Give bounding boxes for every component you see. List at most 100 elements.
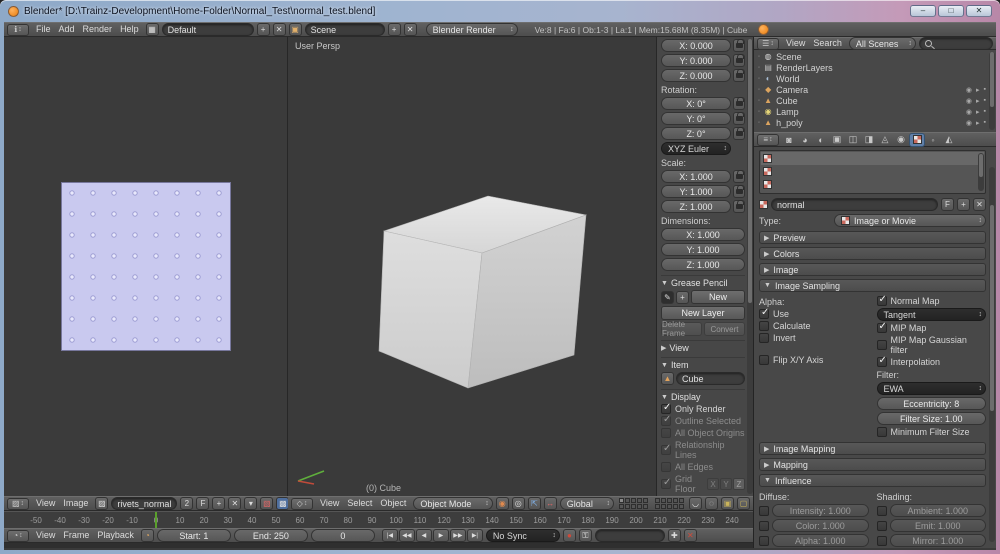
new-texture-button[interactable]: + bbox=[957, 198, 970, 211]
keying-set-icon[interactable]: ⚿ bbox=[579, 529, 592, 542]
menu-item[interactable]: View bbox=[32, 498, 59, 508]
outliner-scrollbar[interactable] bbox=[989, 52, 995, 130]
screen-layout-icon[interactable]: ▦ bbox=[146, 23, 159, 36]
min-filter-checkbox[interactable] bbox=[877, 427, 887, 437]
new-layer-button[interactable]: New Layer bbox=[661, 306, 745, 320]
lock-icon[interactable] bbox=[733, 127, 745, 140]
collapsed-panel-header[interactable]: ▶Preview bbox=[759, 231, 986, 244]
rotation-field[interactable]: Y: 0° bbox=[661, 112, 731, 125]
grid-axis-toggle[interactable]: Z bbox=[733, 478, 745, 490]
fake-user-button[interactable]: F bbox=[196, 497, 209, 510]
influence-checkbox[interactable] bbox=[877, 536, 887, 546]
menu-item[interactable]: Render bbox=[79, 24, 117, 34]
rotation-field[interactable]: X: 0° bbox=[661, 97, 731, 110]
outliner-search-input[interactable] bbox=[919, 37, 993, 50]
menu-item[interactable]: File bbox=[32, 24, 55, 34]
outliner-row[interactable]: ◦ ◆ Camera ◉▸▪ bbox=[758, 84, 986, 95]
expand-icon[interactable]: ◦ bbox=[758, 65, 760, 71]
location-field[interactable]: X: 0.000 bbox=[661, 39, 731, 52]
influence-slider[interactable]: Intensity: 1.000 bbox=[772, 504, 869, 517]
display-checkbox[interactable] bbox=[661, 404, 671, 414]
influence-slider[interactable]: Color: 1.000 bbox=[772, 519, 869, 532]
menu-item[interactable]: Image bbox=[59, 498, 92, 508]
snap-mode-icon[interactable]: ◌ bbox=[705, 497, 718, 510]
outliner-row[interactable]: ◦ ▤ RenderLayers ◉▸▪ bbox=[758, 62, 986, 73]
influence-checkbox[interactable] bbox=[759, 536, 769, 546]
properties-tab[interactable]: ◦ bbox=[926, 134, 940, 146]
lock-icon[interactable] bbox=[733, 69, 745, 82]
delete-keyframe-icon[interactable]: ✕ bbox=[684, 529, 697, 542]
keying-set-field[interactable] bbox=[595, 529, 665, 542]
menu-item[interactable]: Playback bbox=[93, 530, 138, 540]
interpolation-checkbox[interactable] bbox=[877, 357, 887, 367]
uv-edit-icon[interactable]: ▧ bbox=[260, 497, 273, 510]
properties-tab[interactable]: ▣ bbox=[830, 134, 844, 146]
expand-icon[interactable]: ◦ bbox=[758, 76, 760, 82]
scene-field[interactable]: Scene bbox=[305, 23, 385, 36]
close-button[interactable]: ✕ bbox=[966, 5, 992, 17]
new-image-button[interactable]: + bbox=[212, 497, 225, 510]
display-checkbox[interactable] bbox=[661, 445, 671, 455]
timeline-ruler[interactable]: -50-40-30-20-100102030405060708090100110… bbox=[4, 511, 753, 528]
menu-item[interactable]: Help bbox=[116, 24, 143, 34]
add-layout-button[interactable]: + bbox=[257, 23, 270, 36]
pin-icon[interactable]: ▾ bbox=[244, 497, 257, 510]
orientation-select[interactable]: Global bbox=[560, 497, 614, 510]
dimension-field[interactable]: Z: 1.000 bbox=[661, 258, 745, 271]
item-name-field[interactable]: Cube bbox=[676, 372, 745, 385]
playback-button[interactable]: ◀ bbox=[416, 529, 432, 542]
browse-image-icon[interactable]: ▨ bbox=[95, 497, 108, 510]
playback-button[interactable]: ▶▶ bbox=[450, 529, 466, 542]
scale-field[interactable]: Z: 1.000 bbox=[661, 200, 731, 213]
menu-item[interactable]: Add bbox=[55, 24, 79, 34]
scale-field[interactable]: X: 1.000 bbox=[661, 170, 731, 183]
menu-item[interactable]: Select bbox=[343, 498, 376, 508]
lock-icon[interactable] bbox=[733, 97, 745, 110]
influence-panel-header[interactable]: ▼Influence bbox=[759, 474, 986, 487]
influence-checkbox[interactable] bbox=[877, 521, 887, 531]
normal-space-select[interactable]: Tangent bbox=[877, 308, 987, 321]
menu-item[interactable]: Object bbox=[376, 498, 410, 508]
texture-slot[interactable] bbox=[761, 178, 984, 191]
display-checkbox[interactable] bbox=[661, 462, 671, 472]
menu-item[interactable]: View bbox=[782, 38, 809, 48]
properties-tab[interactable]: ◭ bbox=[942, 134, 956, 146]
properties-scrollbar[interactable] bbox=[989, 167, 995, 542]
properties-tab[interactable]: ◨ bbox=[862, 134, 876, 146]
properties-tab[interactable]: ◕ bbox=[798, 134, 812, 146]
playback-button[interactable]: |◀ bbox=[382, 529, 398, 542]
render-engine-select[interactable]: Blender Render bbox=[426, 23, 518, 36]
titlebar[interactable]: Blender* [D:\Trainz-Development\Home-Fol… bbox=[0, 0, 1000, 22]
insert-keyframe-icon[interactable]: ✚ bbox=[668, 529, 681, 542]
minimize-button[interactable]: – bbox=[910, 5, 936, 17]
rotation-field[interactable]: Z: 0° bbox=[661, 127, 731, 140]
expand-icon[interactable]: ◦ bbox=[758, 109, 760, 115]
grid-floor-checkbox[interactable] bbox=[661, 479, 671, 489]
location-field[interactable]: Y: 0.000 bbox=[661, 54, 731, 67]
scene-icon[interactable]: ▣ bbox=[289, 23, 302, 36]
fake-user-button[interactable]: F bbox=[941, 198, 954, 211]
expand-icon[interactable]: ◦ bbox=[758, 54, 760, 60]
mipmap-checkbox[interactable] bbox=[877, 323, 887, 333]
lock-icon[interactable] bbox=[733, 112, 745, 125]
uv-image-editor[interactable] bbox=[4, 37, 288, 496]
editor-type-info-icon[interactable]: ℹ bbox=[7, 24, 29, 36]
expand-icon[interactable]: ◦ bbox=[758, 98, 760, 104]
frame-start-field[interactable]: Start: 1 bbox=[157, 529, 231, 542]
filter-type-select[interactable]: EWA bbox=[877, 382, 987, 395]
menu-item[interactable]: Frame bbox=[59, 530, 93, 540]
image-name-field[interactable]: rivets_normal bbox=[111, 497, 177, 510]
normal-map-image[interactable] bbox=[62, 183, 230, 350]
properties-tab[interactable]: ◐ bbox=[814, 134, 828, 146]
dimension-field[interactable]: X: 1.000 bbox=[661, 228, 745, 241]
scale-field[interactable]: Y: 1.000 bbox=[661, 185, 731, 198]
lock-icon[interactable] bbox=[733, 200, 745, 213]
influence-slider[interactable]: Ambient: 1.000 bbox=[890, 504, 987, 517]
layers-grid-2[interactable] bbox=[655, 498, 684, 509]
preview-range-icon[interactable]: ◔ bbox=[141, 529, 154, 542]
playback-button[interactable]: ◀◀ bbox=[399, 529, 415, 542]
record-icon[interactable]: ● bbox=[563, 529, 576, 542]
frame-end-field[interactable]: End: 250 bbox=[234, 529, 308, 542]
invert-alpha-checkbox[interactable] bbox=[759, 333, 769, 343]
use-alpha-checkbox[interactable] bbox=[759, 309, 769, 319]
